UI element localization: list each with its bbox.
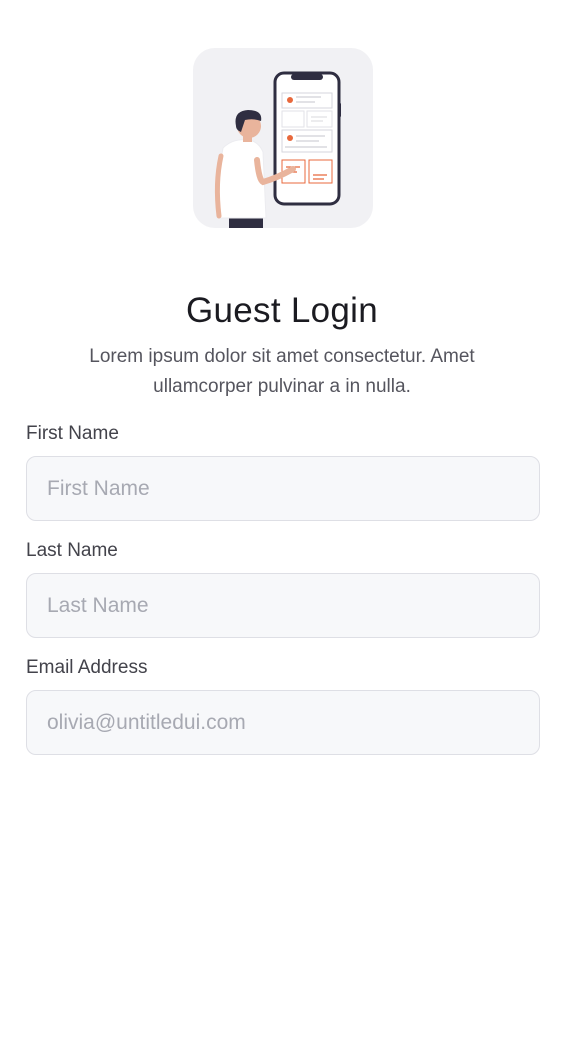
last-name-field[interactable] bbox=[26, 573, 540, 638]
first-name-label: First Name bbox=[26, 423, 119, 444]
page-title: Guest Login bbox=[185, 291, 379, 331]
person-with-phone-illustration bbox=[193, 48, 373, 228]
email-field[interactable] bbox=[26, 690, 540, 755]
guest-login-screen: Guest Login Lorem ipsum dolor sit amet c… bbox=[0, 0, 564, 1064]
email-label: Email Address bbox=[26, 657, 148, 678]
first-name-field[interactable] bbox=[26, 456, 540, 521]
page-subtitle: Lorem ipsum dolor sit amet consectetur. … bbox=[89, 346, 475, 397]
last-name-label: Last Name bbox=[26, 540, 118, 561]
